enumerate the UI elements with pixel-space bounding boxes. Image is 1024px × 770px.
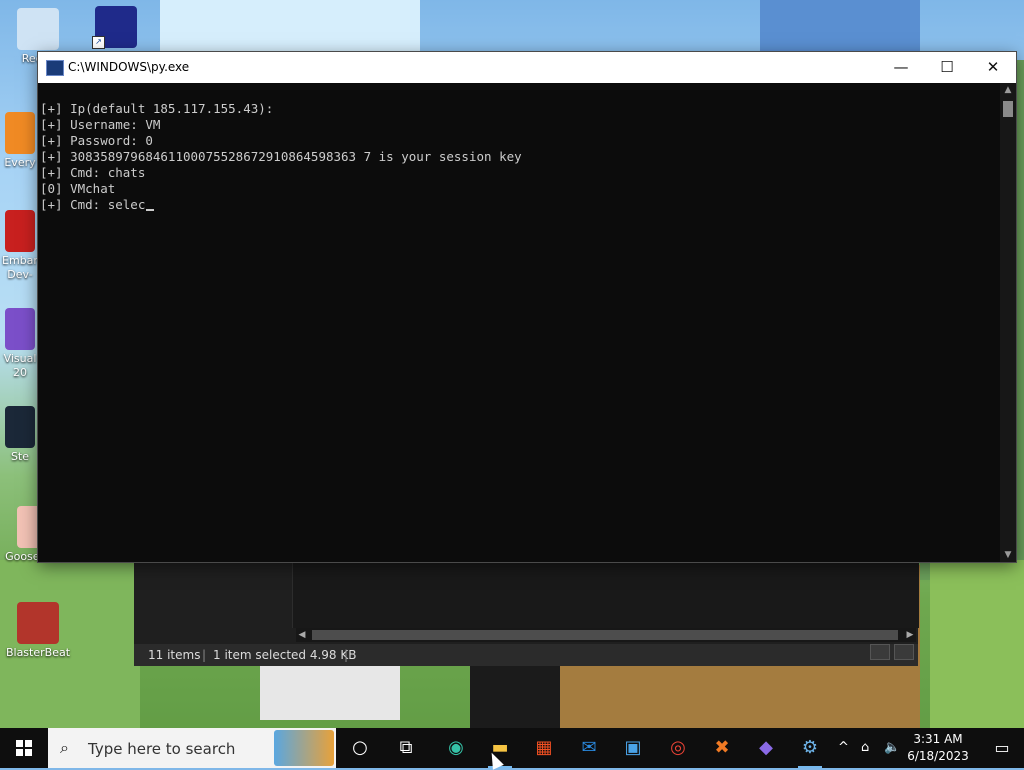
desktop-icon-app[interactable]: ↗ (78, 6, 154, 50)
explorer-content-pane[interactable] (292, 562, 919, 628)
network-icon[interactable]: ⌂ (861, 728, 869, 768)
show-hidden-icons[interactable]: ^ (838, 728, 849, 768)
taskbar: ⌕ Type here to search ○ ⧉ ◉ ▬ ▦ ✉ ▣ ◎ ✖ … (0, 728, 1024, 768)
scroll-up-icon[interactable]: ▲ (1000, 83, 1016, 97)
mail-icon[interactable]: ✉ (567, 728, 611, 768)
desktop-background-block (760, 0, 920, 60)
maximize-button[interactable]: ☐ (924, 52, 970, 83)
status-divider: | (202, 648, 207, 662)
desktop-icon-label: Every (4, 156, 36, 169)
clock-time: 3:31 AM (913, 732, 963, 746)
console-line: [+] Ip(default 185.117.155.43): (40, 101, 274, 116)
desktop-icon-embarcadero[interactable]: Embar Dev- (0, 210, 40, 282)
search-highlight-art (274, 730, 334, 766)
python-console-taskbar-icon[interactable]: ⚙ (788, 728, 832, 768)
desktop-icon-blasterbeat[interactable]: BlasterBeat (0, 602, 76, 660)
desktop-icon-steam[interactable]: Ste (0, 406, 40, 464)
task-view-icon[interactable]: ⧉ (384, 728, 428, 768)
status-divider: | (344, 648, 349, 662)
scroll-right-icon[interactable]: ▶ (904, 628, 916, 642)
recycle-bin-icon (17, 8, 59, 50)
notification-center-icon[interactable]: ▭ (980, 728, 1024, 768)
app-icon (5, 112, 35, 154)
close-button[interactable]: ✕ (970, 52, 1016, 83)
console-line: [+] Username: VM (40, 117, 161, 132)
xampp-icon[interactable]: ✖ (700, 728, 744, 768)
console-input-line[interactable]: [+] Cmd: selec (40, 197, 1000, 213)
taskbar-search-box[interactable]: ⌕ Type here to search (48, 728, 336, 768)
desktop-icon-label: BlasterBeat (5, 646, 71, 659)
start-button[interactable] (0, 728, 48, 768)
desktop-icon-label: Visual 20 (3, 352, 37, 379)
volume-muted-icon[interactable]: 🔈 (884, 728, 900, 768)
explorer-status-bar: 11 items | 1 item selected 4.98 KB | (134, 644, 918, 666)
visual-studio-icon (5, 308, 35, 350)
scrollbar-thumb[interactable] (312, 630, 898, 640)
desktop-background-block (930, 560, 1024, 730)
scroll-down-icon[interactable]: ▼ (1000, 548, 1016, 562)
console-line: [+] Cmd: chats (40, 165, 146, 180)
console-app-icon (46, 60, 64, 76)
blasterbeat-icon (17, 602, 59, 644)
console-line: [0] VMchat (40, 181, 116, 196)
details-view-button[interactable] (870, 644, 890, 660)
app-icon (5, 210, 35, 252)
window-title: C:\WINDOWS\py.exe (68, 60, 190, 74)
shortcut-arrow-icon: ↗ (92, 36, 105, 49)
desktop-background-block (260, 660, 400, 720)
desktop-background-block (470, 660, 560, 728)
minimize-button[interactable]: — (878, 52, 924, 83)
desktop-background-block (160, 0, 420, 60)
large-icons-view-button[interactable] (894, 644, 914, 660)
chrome-icon[interactable]: ◎ (656, 728, 700, 768)
desktop-icon-label: Ste (10, 450, 30, 463)
console-window: C:\WINDOWS\py.exe — ☐ ✕ [+] Ip(default 1… (38, 52, 1016, 562)
item-count: 11 items (148, 648, 201, 662)
search-placeholder: Type here to search (88, 740, 236, 758)
desktop-icon-label: Embar Dev- (2, 254, 38, 281)
window-titlebar[interactable]: C:\WINDOWS\py.exe — ☐ ✕ (38, 52, 1016, 83)
console-output[interactable]: [+] Ip(default 185.117.155.43): [+] Usern… (38, 83, 1000, 562)
clock-date: 6/18/2023 (907, 749, 969, 763)
selection-info: 1 item selected 4.98 KB (213, 648, 357, 662)
system-clock[interactable]: 3:31 AM 6/18/2023 (906, 731, 970, 765)
text-cursor (146, 209, 155, 211)
visual-studio-taskbar-icon[interactable]: ◆ (744, 728, 788, 768)
horizontal-scrollbar[interactable]: ◀ ▶ (296, 628, 916, 642)
console-line: [+] 308358979684611000755286729108645983… (40, 149, 522, 164)
console-line: [+] Password: 0 (40, 133, 153, 148)
cortana-icon[interactable]: ○ (338, 728, 382, 768)
steam-icon (5, 406, 35, 448)
scrollbar-thumb[interactable] (1003, 101, 1013, 117)
photos-icon[interactable]: ▣ (611, 728, 655, 768)
microsoft-store-icon[interactable]: ▦ (522, 728, 566, 768)
edge-icon[interactable]: ◉ (434, 728, 478, 768)
windows-logo-icon (16, 740, 32, 756)
scroll-left-icon[interactable]: ◀ (296, 628, 308, 642)
console-prompt: [+] Cmd: selec (40, 197, 146, 212)
vertical-scrollbar[interactable]: ▲ ▼ (1000, 83, 1016, 562)
search-icon: ⌕ (60, 738, 69, 757)
desktop-icon-visual-studio[interactable]: Visual 20 (0, 308, 40, 380)
file-explorer-window: ◀ ▶ 11 items | 1 item selected 4.98 KB | (134, 562, 919, 666)
desktop-icon-every[interactable]: Every (0, 112, 40, 170)
